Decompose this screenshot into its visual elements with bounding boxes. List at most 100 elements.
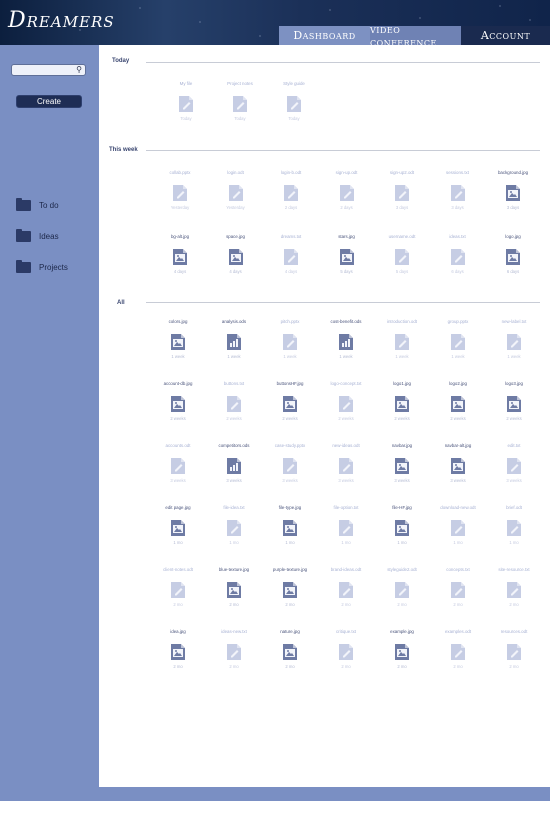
file-item[interactable]: username.odt 5 days [377, 234, 427, 294]
file-item[interactable]: stars.jpg 5 days [322, 234, 372, 294]
file-modified-date: 1 mo [453, 540, 463, 545]
sidebar-item-ideas[interactable]: Ideas [16, 228, 59, 243]
file-item[interactable]: space.jpg 4 days [211, 234, 261, 294]
file-item[interactable]: file-option.txt 1 mo [321, 505, 371, 565]
file-modified-date: 3 weeks [170, 478, 186, 483]
file-item[interactable]: nature.jpg 2 mo [265, 629, 315, 689]
app-logo[interactable]: Dreamers [8, 8, 115, 33]
file-item[interactable]: logo.jpg 6 days [488, 234, 538, 294]
file-item[interactable]: collab.pptx Yesterday [155, 170, 205, 230]
file-name: pitch.pptx [280, 319, 300, 324]
file-item[interactable]: critique.txt 2 mo [321, 629, 371, 689]
file-item[interactable]: bg-alt.jpg 4 days [155, 234, 205, 294]
file-item[interactable]: case-study.pptx 3 weeks [265, 443, 315, 503]
file-item[interactable]: examples.odt 2 mo [433, 629, 483, 689]
document-file-icon [338, 581, 354, 599]
file-item[interactable]: edit.txt 3 weeks [489, 443, 539, 503]
create-button[interactable]: Create [16, 95, 82, 108]
file-item[interactable]: login.odt Yesterday [211, 170, 261, 230]
file-item[interactable]: pitch.pptx 1 week [265, 319, 315, 379]
document-file-icon [394, 248, 410, 266]
file-item[interactable]: accounts.odt 3 weeks [153, 443, 203, 503]
file-item[interactable]: sign-up.odt 2 days [322, 170, 372, 230]
document-file-icon [506, 333, 522, 351]
file-modified-date: Today [288, 116, 300, 121]
file-item[interactable]: colors.jpg 1 week [153, 319, 203, 379]
file-item[interactable]: file-type.jpg 1 mo [265, 505, 315, 565]
file-modified-date: 2 weeks [394, 416, 410, 421]
tab-dashboard[interactable]: Dashboard [279, 26, 370, 45]
document-file-icon [178, 95, 194, 113]
file-modified-date: 1 mo [341, 540, 351, 545]
file-modified-date: 1 mo [397, 540, 407, 545]
tab-account[interactable]: Account [461, 26, 550, 45]
file-name: buttons.txt [223, 381, 245, 386]
file-item[interactable]: styleguide2.odt 2 mo [377, 567, 427, 627]
search-input[interactable]: ⚲ [11, 64, 86, 76]
file-modified-date: 2 weeks [506, 416, 522, 421]
file-item[interactable]: resources.odt 2 mo [489, 629, 539, 689]
file-item[interactable]: concepts.txt 2 mo [433, 567, 483, 627]
sidebar-item-projects[interactable]: Projects [16, 259, 68, 274]
file-name: nature.jpg [280, 629, 300, 634]
file-item[interactable]: account-db.jpg 2 weeks [153, 381, 203, 441]
file-item[interactable]: site-resource.txt 2 mo [489, 567, 539, 627]
file-item[interactable]: client-notes.odt 2 mo [153, 567, 203, 627]
image-file-icon [506, 395, 522, 413]
file-item[interactable]: logo-concept.txt 2 weeks [321, 381, 371, 441]
file-item[interactable]: idea.jpg 2 mo [153, 629, 203, 689]
file-modified-date: 2 mo [229, 664, 239, 669]
file-item[interactable]: new-label.txt 1 week [489, 319, 539, 379]
image-file-icon [282, 395, 298, 413]
file-item[interactable]: buttons.txt 2 weeks [209, 381, 259, 441]
file-item[interactable]: login-b.odt 2 days [266, 170, 316, 230]
file-item[interactable]: new-ideas.odt 3 weeks [321, 443, 371, 503]
file-item[interactable]: cost-benefit.ods 1 week [321, 319, 371, 379]
image-file-icon [394, 643, 410, 661]
file-name: critique.txt [335, 629, 356, 634]
image-file-icon [282, 519, 298, 537]
file-item[interactable]: navbar.jpg 3 weeks [377, 443, 427, 503]
sidebar-item-todo[interactable]: To do [16, 197, 59, 212]
search-icon[interactable]: ⚲ [76, 65, 82, 75]
file-name: download-new.odt [440, 505, 476, 510]
file-item[interactable]: ideas-new.txt 2 mo [209, 629, 259, 689]
file-item[interactable]: group.pptx 1 week [433, 319, 483, 379]
file-item[interactable]: logo1.jpg 2 weeks [377, 381, 427, 441]
file-item[interactable]: purple-texture.jpg 2 mo [265, 567, 315, 627]
file-item[interactable]: edit page.jpg 1 mo [153, 505, 203, 565]
file-item[interactable]: competitors.ods 3 weeks [209, 443, 259, 503]
file-item[interactable]: buttonsHF.jpg 2 weeks [265, 381, 315, 441]
image-file-icon [170, 519, 186, 537]
file-modified-date: 5 days [340, 269, 353, 274]
file-modified-date: 1 week [451, 354, 465, 359]
file-item[interactable]: sign-up2.odt 3 days [377, 170, 427, 230]
file-item[interactable]: dreams.txt 4 days [266, 234, 316, 294]
file-name: sessions.txt [446, 170, 469, 175]
file-modified-date: 2 weeks [338, 416, 354, 421]
file-item[interactable]: brand-ideas.odt 2 mo [321, 567, 371, 627]
file-item[interactable]: ideas.txt 6 days [433, 234, 483, 294]
sidebar-item-label: Projects [39, 262, 68, 272]
file-item[interactable]: background.jpg 3 days [488, 170, 538, 230]
file-item[interactable]: introduction.odt 1 week [377, 319, 427, 379]
file-item[interactable]: analysis.ods 1 week [209, 319, 259, 379]
file-item[interactable]: Style guide Today [269, 81, 319, 141]
file-item[interactable]: logo3.jpg 2 weeks [489, 381, 539, 441]
sidebar-item-label: Ideas [39, 231, 59, 241]
file-item[interactable]: file-HF.jpg 1 mo [377, 505, 427, 565]
tab-video-conference[interactable]: video conference [370, 23, 461, 45]
file-item[interactable]: navbar-alt.jpg 3 weeks [433, 443, 483, 503]
file-item[interactable]: file-idea.txt 1 mo [209, 505, 259, 565]
file-item[interactable]: blue-texture.jpg 2 mo [209, 567, 259, 627]
file-item[interactable]: brief.odt 1 mo [489, 505, 539, 565]
file-item[interactable]: example.jpg 2 mo [377, 629, 427, 689]
file-modified-date: Yesterday [226, 205, 245, 210]
file-item[interactable]: sessions.txt 3 days [433, 170, 483, 230]
file-item[interactable]: download-new.odt 1 mo [433, 505, 483, 565]
file-item[interactable]: Project notes Today [215, 81, 265, 141]
file-item[interactable]: logo2.jpg 2 weeks [433, 381, 483, 441]
file-name: cost-benefit.ods [330, 319, 362, 324]
document-file-icon [170, 581, 186, 599]
file-item[interactable]: My file Today [161, 81, 211, 141]
